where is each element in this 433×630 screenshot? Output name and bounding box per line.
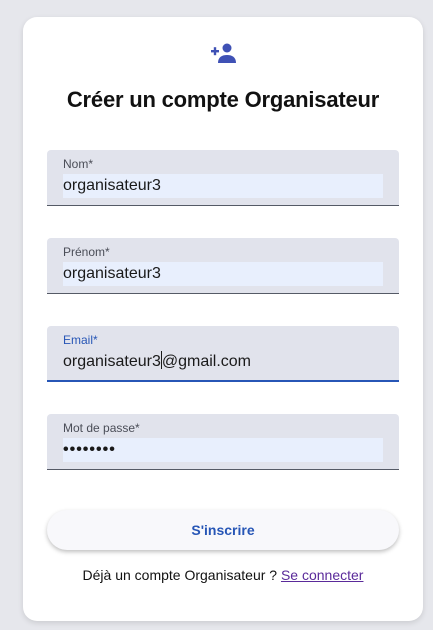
login-prompt: Déjà un compte Organisateur ? Se connect… bbox=[23, 567, 423, 583]
email-value-start: organisateur3 bbox=[63, 353, 161, 370]
nom-input[interactable]: organisateur3 bbox=[63, 174, 383, 198]
prenom-input[interactable]: organisateur3 bbox=[63, 262, 383, 286]
person-add-icon bbox=[211, 43, 236, 63]
email-label: Email* bbox=[63, 333, 98, 347]
login-link[interactable]: Se connecter bbox=[281, 567, 364, 583]
signup-button[interactable]: S'inscrire bbox=[47, 510, 399, 550]
email-field[interactable]: Email* organisateur3@gmail.com bbox=[47, 326, 399, 382]
prenom-field[interactable]: Prénom* organisateur3 bbox=[47, 238, 399, 294]
prenom-label: Prénom* bbox=[63, 245, 110, 259]
email-input[interactable]: organisateur3@gmail.com bbox=[63, 350, 383, 374]
password-field[interactable]: Mot de passe* •••••••• bbox=[47, 414, 399, 470]
password-input[interactable]: •••••••• bbox=[63, 438, 383, 462]
page-title: Créer un compte Organisateur bbox=[66, 87, 380, 112]
nom-field[interactable]: Nom* organisateur3 bbox=[47, 150, 399, 206]
email-value-end: @gmail.com bbox=[161, 353, 251, 370]
signup-card: Créer un compte Organisateur Nom* organi… bbox=[23, 17, 423, 621]
nom-label: Nom* bbox=[63, 157, 94, 171]
login-prompt-text: Déjà un compte Organisateur ? bbox=[82, 567, 281, 583]
password-label: Mot de passe* bbox=[63, 421, 140, 435]
